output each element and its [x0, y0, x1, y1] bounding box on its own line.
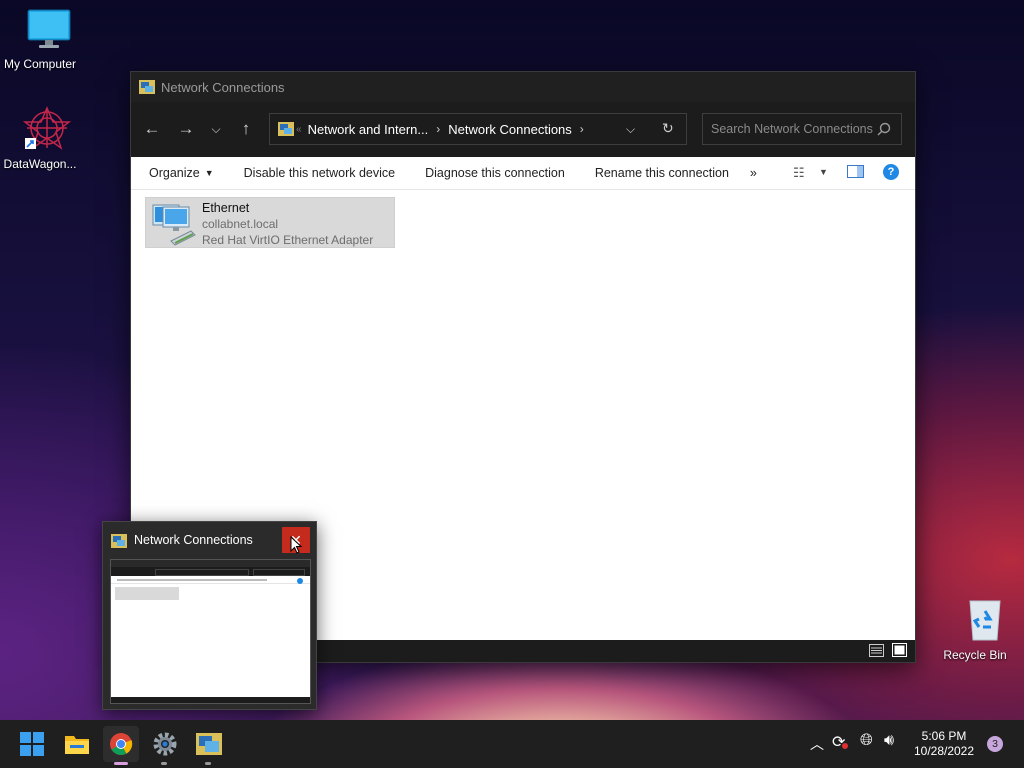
organize-button[interactable]: Organize ▼ [131, 157, 229, 189]
volume-icon[interactable]: 🔊︎ [884, 732, 894, 750]
taskbar-network-connections[interactable] [191, 726, 227, 765]
breadcrumb-network-and-internet[interactable]: Network and Intern... [308, 122, 429, 137]
diagnose-connection-button[interactable]: Diagnose this connection [410, 157, 580, 189]
running-indicator [205, 762, 211, 765]
refresh-icon[interactable]: ↻ [662, 120, 674, 137]
desktop-icon-my-computer[interactable]: My Computer [0, 8, 80, 71]
datawagon-logo-icon [22, 106, 72, 150]
search-box[interactable]: Search Network Connections [702, 113, 902, 145]
large-icons-view-icon[interactable] [892, 643, 907, 662]
breadcrumb-separator-icon[interactable]: › [580, 122, 584, 136]
system-clock[interactable]: 5:06 PM 10/28/2022 [912, 729, 976, 759]
start-button[interactable] [14, 726, 50, 762]
running-indicator [161, 762, 167, 765]
rename-connection-button[interactable]: Rename this connection [580, 157, 744, 189]
breadcrumb-separator-icon[interactable]: › [436, 122, 440, 136]
search-icon[interactable] [877, 122, 891, 136]
connection-network: collabnet.local [202, 217, 279, 231]
navigation-bar: ← → ⌵ ↑ « Network and Intern... › Networ… [131, 102, 915, 157]
taskbar-chrome[interactable] [103, 726, 139, 765]
connection-name: Ethernet [202, 201, 250, 215]
clock-date: 10/28/2022 [913, 744, 975, 758]
breadcrumb-network-connections[interactable]: Network Connections [448, 122, 572, 137]
window-titlebar[interactable]: Network Connections [131, 72, 915, 102]
window-title: Network Connections [161, 79, 285, 95]
taskbar-settings[interactable] [147, 726, 183, 765]
details-view-icon[interactable] [869, 644, 884, 662]
start-icon [20, 732, 44, 756]
taskbar: ︿ ⟳ 🌐︎ 🔊︎ [0, 720, 1024, 768]
command-bar: Organize ▼ Disable this network device D… [131, 157, 915, 190]
network-adapter-icon [152, 204, 196, 246]
view-options-chevron-icon[interactable]: ▼ [819, 167, 828, 177]
forward-arrow-icon[interactable]: → [169, 112, 203, 146]
sync-icon[interactable]: ⟳ [832, 732, 848, 752]
mouse-cursor-icon [290, 536, 302, 554]
settings-icon [153, 732, 177, 756]
running-indicator [114, 762, 128, 765]
thumbnail-window-miniature [110, 559, 311, 704]
up-arrow-icon[interactable]: ↑ [229, 112, 263, 146]
search-placeholder: Search Network Connections [711, 122, 873, 136]
file-explorer-icon [65, 736, 89, 754]
list-item[interactable]: Ethernet collabnet.local Red Hat VirtIO … [145, 197, 395, 248]
network-globe-icon[interactable]: 🌐︎ [860, 732, 873, 750]
help-icon[interactable]: ? [883, 164, 899, 180]
chevron-down-icon: ▼ [204, 168, 214, 178]
taskbar-file-explorer[interactable] [59, 726, 95, 762]
desktop-icon-label: My Computer [3, 57, 77, 71]
desktop-icon-datawagon[interactable]: DataWagon... [0, 106, 80, 171]
address-history-chevron-icon[interactable]: ⌵ [626, 122, 635, 137]
address-location-icon [278, 122, 294, 136]
organize-label: Organize [149, 166, 200, 180]
address-overflow[interactable]: « [296, 124, 302, 135]
view-options-icon[interactable]: ☷ [793, 165, 805, 181]
connection-adapter: Red Hat VirtIO Ethernet Adapter [202, 233, 374, 247]
back-arrow-icon[interactable]: ← [135, 112, 169, 146]
preview-pane-icon[interactable] [847, 165, 864, 181]
desktop-icon-label: Recycle Bin [943, 648, 1007, 662]
more-commands-button[interactable]: » [744, 157, 763, 189]
network-connections-icon [111, 534, 127, 548]
taskbar-thumbnail-preview[interactable]: Network Connections ✕ [102, 521, 317, 710]
monitor-icon [27, 9, 71, 48]
chrome-icon [110, 733, 133, 755]
show-hidden-icons-chevron-icon[interactable]: ︿ [810, 734, 824, 754]
recent-locations-chevron-icon[interactable]: ⌵ [199, 112, 233, 146]
network-connections-icon [196, 733, 222, 755]
disable-network-device-button[interactable]: Disable this network device [229, 157, 410, 189]
desktop-icon-label: DataWagon... [3, 157, 77, 171]
notification-badge[interactable]: 3 [987, 736, 1003, 752]
network-connections-icon [139, 80, 155, 94]
thumbnail-title: Network Connections [134, 533, 253, 547]
address-bar[interactable]: « Network and Intern... › Network Connec… [269, 113, 687, 145]
desktop-icon-recycle-bin[interactable]: Recycle Bin [935, 597, 1015, 662]
clock-time: 5:06 PM [921, 729, 967, 743]
recycle-bin-icon [969, 600, 1001, 641]
